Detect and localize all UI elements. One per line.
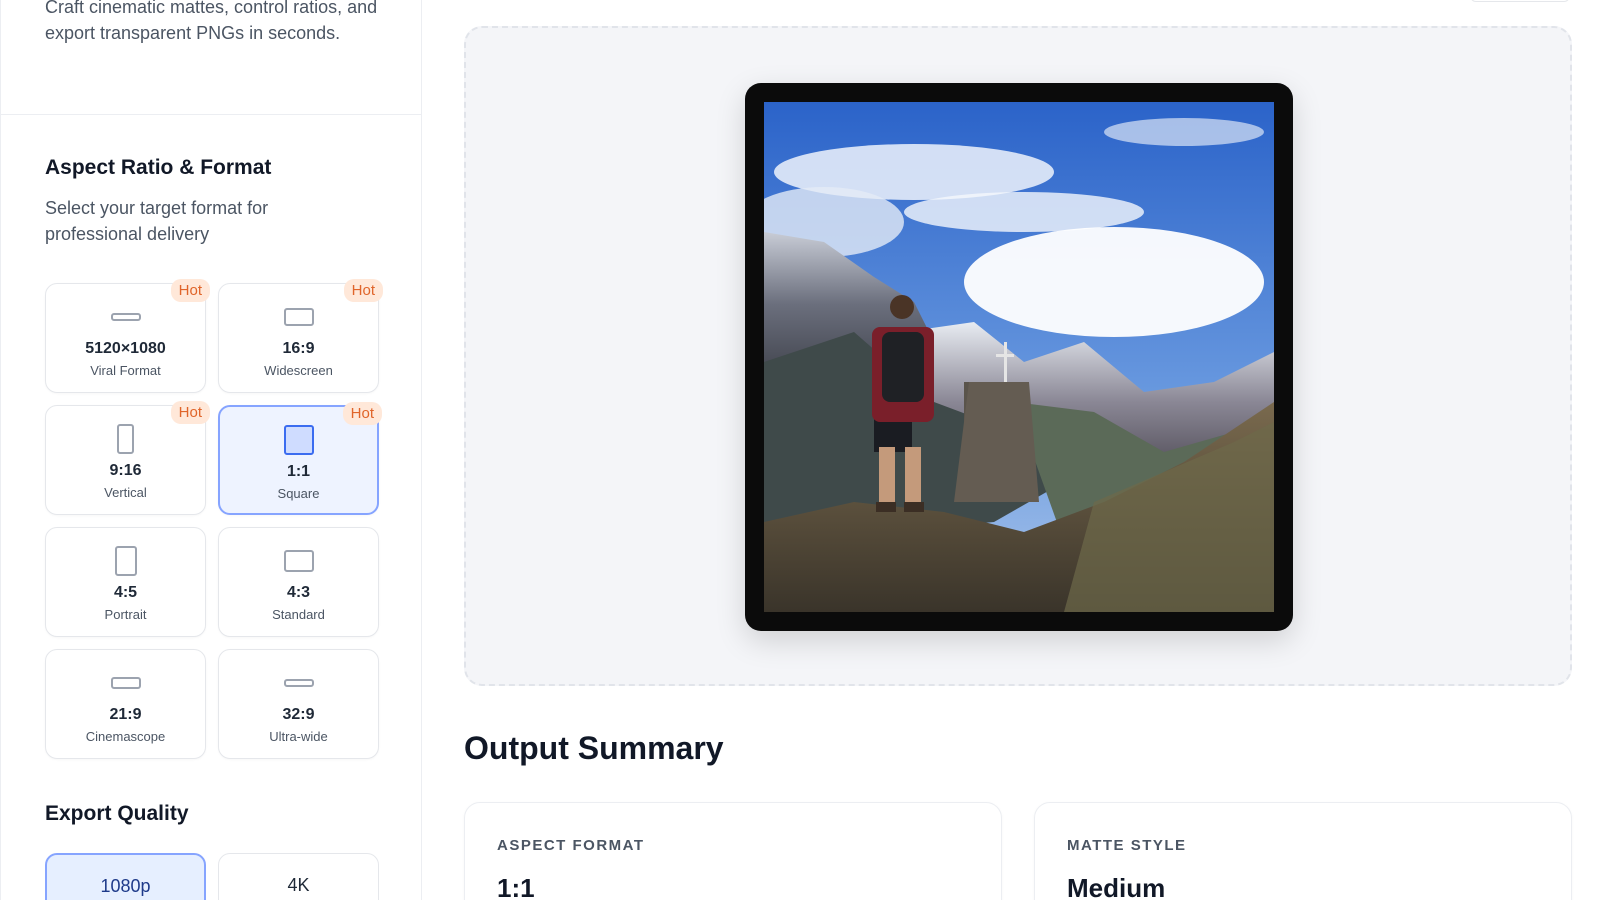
aspect-section-description: Select your target format for profession… bbox=[45, 198, 269, 244]
intro-text: Craft cinematic mattes, control ratios, … bbox=[45, 0, 378, 43]
ratio-sublabel: Vertical bbox=[104, 485, 147, 500]
cinemascope-frame-icon bbox=[110, 677, 141, 689]
ratio-option-4-3[interactable]: 4:3 Standard bbox=[218, 527, 379, 637]
output-summary-title: Output Summary bbox=[464, 730, 724, 766]
hot-badge: Hot bbox=[170, 279, 210, 302]
summary-value: 1:1 bbox=[497, 873, 535, 900]
ratio-label: 16:9 bbox=[282, 340, 315, 357]
ratio-sublabel: Ultra-wide bbox=[269, 729, 328, 744]
ratio-option-1-1[interactable]: Hot 1:1 Square bbox=[218, 402, 382, 515]
ratio-sublabel: Portrait bbox=[104, 607, 147, 622]
summary-card-aspect-format: ASPECT FORMAT 1:1 bbox=[464, 802, 1002, 900]
quality-option-4k[interactable]: 4K bbox=[218, 853, 379, 900]
export-quality-title: Export Quality bbox=[45, 802, 189, 825]
summary-label: ASPECT FORMAT bbox=[497, 837, 645, 854]
ratio-sublabel: Cinemascope bbox=[85, 729, 166, 744]
ratio-label: 9:16 bbox=[109, 462, 142, 479]
preview-canvas[interactable] bbox=[464, 26, 1572, 686]
ratio-label: 21:9 bbox=[109, 706, 142, 723]
ratio-sublabel: Square bbox=[277, 486, 320, 501]
ultra-wide-frame-icon bbox=[283, 679, 314, 687]
export-quality-options: 1080p 4K bbox=[45, 853, 379, 900]
ratio-sublabel: Viral Format bbox=[90, 363, 161, 378]
standard-frame-icon bbox=[283, 550, 314, 572]
ratio-option-9-16[interactable]: Hot 9:16 Vertical bbox=[45, 401, 210, 515]
ratio-sublabel: Standard bbox=[272, 607, 325, 622]
ratio-label: 4:5 bbox=[113, 584, 138, 601]
aspect-section-title: Aspect Ratio & Format bbox=[45, 156, 272, 179]
hot-badge: Hot bbox=[342, 402, 382, 425]
vertical-frame-icon bbox=[117, 424, 134, 454]
aspect-ratio-grid: Hot 5120×1080 Viral Format Hot 16:9 Wide… bbox=[45, 279, 383, 759]
top-toolbar-chip[interactable] bbox=[1470, 0, 1570, 2]
ratio-sublabel: Widescreen bbox=[264, 363, 333, 378]
ratio-option-16-9[interactable]: Hot 16:9 Widescreen bbox=[218, 279, 383, 393]
quality-option-1080p[interactable]: 1080p bbox=[45, 853, 206, 900]
summary-card-matte-style: MATTE STYLE Medium bbox=[1034, 802, 1572, 900]
preview-photo bbox=[764, 102, 1274, 612]
ratio-label: 1:1 bbox=[286, 463, 311, 480]
ratio-option-5120x1080[interactable]: Hot 5120×1080 Viral Format bbox=[45, 279, 210, 393]
divider bbox=[1, 114, 422, 115]
portrait-frame-icon bbox=[114, 546, 137, 576]
hot-badge: Hot bbox=[170, 401, 210, 424]
widescreen-frame-icon bbox=[283, 308, 314, 326]
summary-label: MATTE STYLE bbox=[1067, 837, 1187, 854]
ratio-option-21-9[interactable]: 21:9 Cinemascope bbox=[45, 649, 206, 759]
ratio-label: 4:3 bbox=[286, 584, 311, 601]
square-frame-icon bbox=[283, 425, 314, 455]
ratio-option-32-9[interactable]: 32:9 Ultra-wide bbox=[218, 649, 379, 759]
summary-value: Medium bbox=[1067, 873, 1166, 900]
matte-frame bbox=[745, 83, 1293, 631]
ratio-label: 32:9 bbox=[282, 706, 315, 723]
hot-badge: Hot bbox=[343, 279, 383, 302]
ultra-wide-frame-icon bbox=[110, 313, 141, 321]
ratio-label: 5120×1080 bbox=[85, 340, 166, 357]
ratio-option-4-5[interactable]: 4:5 Portrait bbox=[45, 527, 206, 637]
sidebar: Craft cinematic mattes, control ratios, … bbox=[0, 0, 422, 900]
